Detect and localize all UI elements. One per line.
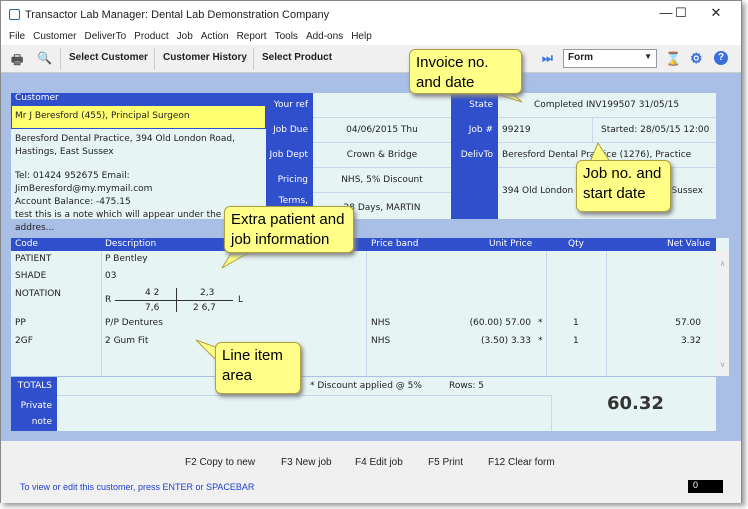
callout-invoice-line2: and date [416, 74, 475, 91]
callout-job-line1: Job no. and [583, 165, 662, 182]
callout-lines-line2: area [222, 367, 253, 384]
callout-invoice: Invoice no. and date [409, 49, 522, 94]
callout-job: Job no. and start date [576, 160, 671, 212]
callout-lines: Line item area [215, 342, 301, 394]
callout-extra: Extra patient and job information [224, 206, 354, 253]
callout-job-line2: start date [583, 185, 646, 202]
callout-extra-line1: Extra patient and [231, 211, 345, 228]
callout-lines-line1: Line item [222, 347, 283, 364]
callout-tails [195, 91, 611, 364]
callout-extra-line2: job information [231, 231, 330, 248]
callout-invoice-line1: Invoice no. [416, 54, 489, 71]
